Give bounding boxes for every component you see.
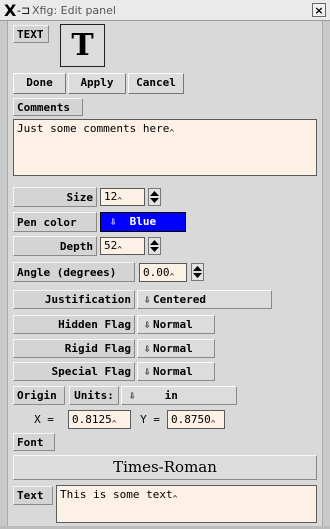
title-bar[interactable]: X -⊐ Xfig: Edit panel × — [0, 0, 330, 21]
hidden-flag-menu[interactable]: ⇩ Normal — [137, 315, 215, 334]
font-label: Font — [13, 433, 55, 451]
origin-x-value: 0.8125 — [72, 413, 112, 426]
angle-input[interactable]: 0.00^ — [139, 263, 187, 282]
origin-y-input[interactable]: 0.8750^ — [167, 410, 225, 429]
text-cursor-icon: ^ — [169, 128, 175, 137]
justification-value: Centered — [153, 293, 206, 306]
pen-color-menu[interactable]: ⇩ Blue — [100, 212, 186, 232]
text-cursor-icon: ^ — [111, 419, 117, 428]
justification-menu[interactable]: ⇩ Centered — [137, 290, 272, 309]
special-flag-value: Normal — [153, 365, 193, 378]
text-label: Text — [13, 486, 53, 505]
hidden-flag-value: Normal — [153, 318, 193, 331]
origin-x-input[interactable]: 0.8125^ — [68, 410, 131, 429]
down-arrow-icon: ⇩ — [143, 365, 151, 378]
text-cursor-icon: ^ — [117, 196, 123, 205]
origin-label: Origin — [13, 386, 65, 405]
window-title: Xfig: Edit panel — [32, 4, 116, 17]
cancel-button[interactable]: Cancel — [128, 73, 184, 94]
rigid-flag-menu[interactable]: ⇩ Normal — [137, 339, 215, 358]
units-label: Units: — [69, 386, 119, 405]
depth-input[interactable]: 52^ — [100, 237, 145, 255]
size-value: 12 — [104, 190, 118, 203]
angle-spinner-icon[interactable] — [191, 263, 204, 281]
hidden-flag-label: Hidden Flag — [13, 315, 135, 334]
text-cursor-icon: ^ — [210, 419, 216, 428]
text-cursor-icon: ^ — [172, 494, 178, 503]
origin-x-label: X = — [34, 413, 54, 426]
special-flag-menu[interactable]: ⇩ Normal — [137, 362, 215, 381]
depth-label: Depth — [13, 236, 97, 256]
close-icon[interactable]: × — [312, 3, 326, 17]
apply-button[interactable]: Apply — [68, 73, 126, 94]
justification-label: Justification — [13, 290, 135, 309]
rigid-flag-label: Rigid Flag — [13, 339, 135, 358]
done-button[interactable]: Done — [13, 73, 66, 94]
angle-label: Angle (degrees) — [13, 262, 135, 282]
window-frame-left — [0, 21, 8, 529]
text-content-field[interactable]: This is some text^ — [56, 485, 317, 523]
origin-y-label: Y = — [140, 413, 160, 426]
depth-value: 52 — [104, 239, 118, 252]
down-arrow-icon: ⇩ — [143, 318, 151, 331]
text-object-icon: T — [60, 24, 105, 67]
window-frame-right — [322, 21, 330, 529]
size-spinner-icon[interactable] — [148, 188, 161, 206]
text-content-value: This is some text — [60, 488, 173, 501]
x-logo-icon: X — [4, 1, 17, 20]
pen-color-value: Blue — [129, 215, 157, 228]
text-cursor-icon: ^ — [169, 272, 175, 281]
edit-panel-window: X -⊐ Xfig: Edit panel × TEXT T Done Appl… — [0, 0, 330, 529]
down-arrow-icon: ⇩ — [109, 215, 117, 228]
depth-spinner-icon[interactable] — [148, 237, 161, 255]
units-value: in — [164, 389, 178, 402]
comments-field[interactable]: Just some comments here^ — [13, 119, 317, 176]
text-cursor-icon: ^ — [117, 245, 123, 254]
special-flag-label: Special Flag — [13, 362, 135, 381]
down-arrow-icon: ⇩ — [128, 389, 136, 402]
angle-value: 0.00 — [143, 266, 170, 279]
down-arrow-icon: ⇩ — [143, 293, 151, 306]
window-menu-icon[interactable]: -⊐ — [17, 4, 30, 17]
object-type-label: TEXT — [13, 25, 49, 43]
font-selector-button[interactable]: Times-Roman — [13, 455, 317, 480]
size-input[interactable]: 12^ — [100, 188, 145, 206]
size-label: Size — [13, 187, 97, 207]
rigid-flag-value: Normal — [153, 342, 193, 355]
comments-label: Comments — [13, 98, 83, 116]
pen-color-label: Pen color — [13, 212, 97, 232]
units-menu[interactable]: ⇩ in — [121, 386, 237, 405]
origin-y-value: 0.8750 — [171, 413, 211, 426]
comments-text: Just some comments here — [17, 122, 170, 135]
down-arrow-icon: ⇩ — [143, 342, 151, 355]
